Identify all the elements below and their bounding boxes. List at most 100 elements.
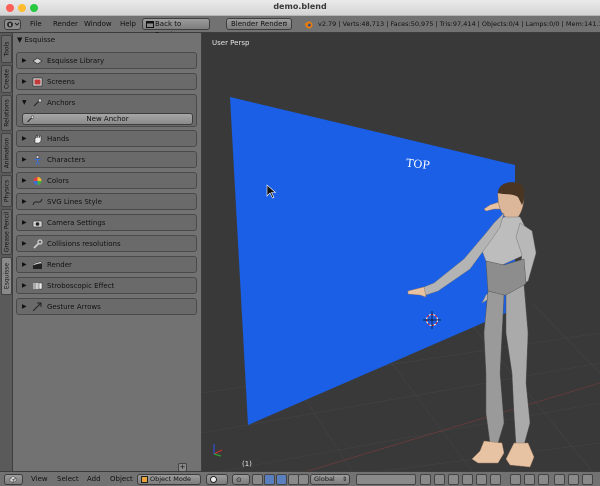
frame-number: (1) — [242, 460, 252, 468]
tab-tools[interactable]: Tools — [1, 35, 12, 63]
toolshelf-tabs: Tools Create Relations Animation Physics… — [0, 33, 13, 471]
axis-gizmo-icon — [213, 444, 223, 457]
orientation-value: Global — [314, 475, 335, 483]
curve-icon — [32, 198, 43, 206]
tab-physics[interactable]: Physics — [1, 175, 12, 207]
new-anchor-label: New Anchor — [86, 115, 129, 123]
character-icon — [34, 155, 41, 165]
menu-view[interactable]: View — [31, 475, 48, 483]
hand-icon — [34, 134, 42, 144]
panel-label: Gesture Arrows — [47, 303, 101, 311]
panel-colors[interactable]: ▶ Colors — [16, 172, 197, 189]
overlay-icon[interactable] — [554, 474, 565, 485]
tab-animation[interactable]: Animation — [1, 133, 12, 173]
render-engine-value: Blender Render — [231, 20, 286, 28]
panel-label: Camera Settings — [47, 219, 106, 227]
menu-object[interactable]: Object — [110, 475, 133, 483]
keying-set-icon[interactable] — [524, 474, 535, 485]
render-preview-icon[interactable] — [568, 474, 579, 485]
panel-label: Colors — [47, 177, 69, 185]
manipulator-toggle-icon[interactable] — [252, 474, 263, 485]
snap-toggle-icon[interactable] — [448, 474, 459, 485]
anchor-pin-icon — [27, 115, 35, 123]
view-layer-icon[interactable] — [538, 474, 549, 485]
snap-target-icon[interactable] — [462, 474, 473, 485]
panel-label: Hands — [47, 135, 70, 143]
translate-manipulator-icon[interactable] — [264, 474, 275, 485]
expand-triangle-icon: ▶ — [22, 282, 27, 289]
shelf-header[interactable]: ▼ Esquisse — [17, 36, 55, 44]
viewport-scene: TOP — [202, 97, 600, 471]
dropdown-arrows-icon: ⇕ — [282, 21, 288, 28]
opengl-render-icon[interactable] — [476, 474, 487, 485]
window-title: demo.blend — [273, 2, 327, 11]
panel-label: Collisions resolutions — [47, 240, 121, 248]
mode-value: Object Mode — [150, 475, 191, 483]
screen-back-icon — [146, 21, 154, 28]
tab-animation-label: Animation — [3, 137, 10, 169]
object-mode-icon — [141, 476, 148, 483]
menu-file[interactable]: File — [30, 20, 42, 28]
editor-type-info-icon[interactable] — [4, 19, 21, 30]
transform-orientation-select[interactable]: Global ⇕ — [310, 474, 350, 485]
panel-esquisse-library[interactable]: ▶ Esquisse Library — [16, 52, 197, 69]
record-icon[interactable] — [510, 474, 521, 485]
expand-triangle-icon: ▶ — [22, 78, 27, 85]
library-icon — [32, 57, 43, 65]
rotate-manipulator-icon[interactable] — [276, 474, 287, 485]
snap-element-icon[interactable] — [298, 474, 309, 485]
blender-logo-icon — [304, 21, 313, 29]
menu-window[interactable]: Window — [84, 20, 112, 28]
panel-render[interactable]: ▶ Render — [16, 256, 197, 273]
viewport-label: User Persp — [212, 39, 250, 47]
shading-sphere-icon — [210, 476, 217, 483]
new-anchor-button[interactable]: New Anchor — [22, 113, 193, 125]
tab-create[interactable]: Create — [1, 65, 12, 93]
camera-icon — [32, 220, 43, 228]
expand-triangle-icon: ▶ — [22, 135, 27, 142]
panel-label: Characters — [47, 156, 86, 164]
layer-buttons[interactable] — [356, 474, 416, 485]
panel-anchors: ▼ Anchors New Anchor — [16, 94, 197, 127]
expand-triangle-icon: ▶ — [22, 219, 27, 226]
tab-relations-label: Relations — [3, 99, 10, 127]
editor-type-3d-view-icon[interactable] — [4, 474, 23, 485]
panel-label: Esquisse Library — [47, 57, 105, 65]
panel-svg-lines-style[interactable]: ▶ SVG Lines Style — [16, 193, 197, 210]
tab-grease-pencil-label: Grease Pencil — [3, 211, 10, 253]
collapse-triangle-icon[interactable]: ▼ — [22, 99, 27, 106]
interaction-mode-select[interactable]: Object Mode — [137, 474, 201, 485]
render-engine-select[interactable]: Blender Render ⇕ — [226, 18, 292, 30]
panel-label: Anchors — [47, 99, 76, 107]
3d-viewport[interactable]: TOP User Persp (1) — [202, 33, 600, 471]
panel-screens[interactable]: ▶ Screens — [16, 73, 197, 90]
screen-top-text: TOP — [405, 157, 431, 172]
panel-label: Stroboscopic Effect — [47, 282, 115, 290]
panel-stroboscopic-effect[interactable]: ▶ Stroboscopic Effect — [16, 277, 197, 294]
panel-characters[interactable]: ▶ Characters — [16, 151, 197, 168]
lock-camera-icon[interactable] — [420, 474, 431, 485]
menu-render[interactable]: Render — [53, 20, 78, 28]
panel-label: Screens — [47, 78, 75, 86]
dropdown-arrows-icon: ⇕ — [341, 476, 347, 483]
camera-view-icon[interactable] — [582, 474, 593, 485]
opengl-animation-icon[interactable] — [490, 474, 501, 485]
tab-grease-pencil[interactable]: Grease Pencil — [1, 209, 12, 255]
pivot-point-select[interactable]: ⊙ — [232, 474, 250, 485]
info-header: File Render Window Help Back to Previous… — [0, 16, 600, 39]
panel-camera-settings[interactable]: ▶ Camera Settings — [16, 214, 197, 231]
screens-icon — [32, 77, 43, 87]
proportional-edit-icon[interactable] — [434, 474, 445, 485]
menu-select[interactable]: Select — [57, 475, 79, 483]
menu-help[interactable]: Help — [120, 20, 136, 28]
back-to-previous-button[interactable]: Back to Previous — [142, 18, 210, 39]
tab-relations[interactable]: Relations — [1, 95, 12, 131]
menu-add[interactable]: Add — [87, 475, 101, 483]
panel-gesture-arrows[interactable]: ▶ Gesture Arrows — [16, 298, 197, 315]
wrench-icon — [33, 239, 43, 249]
tab-esquisse[interactable]: Esquisse — [1, 257, 12, 295]
panel-collisions-resolutions[interactable]: ▶ Collisions resolutions — [16, 235, 197, 252]
strobe-icon — [33, 282, 43, 290]
panel-hands[interactable]: ▶ Hands — [16, 130, 197, 147]
viewport-shading-select[interactable] — [206, 474, 228, 485]
